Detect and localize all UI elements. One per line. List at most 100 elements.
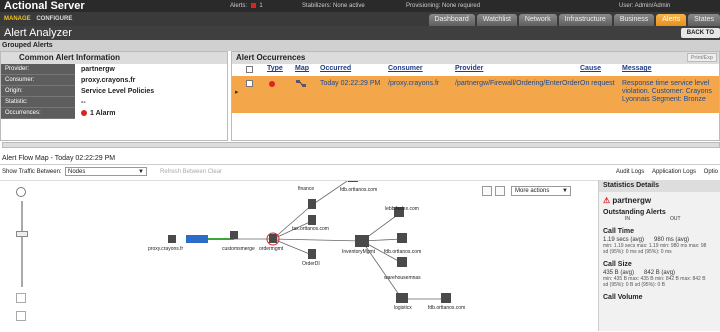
info-rows: Provider:partnergw Consumer:proxy.crayon…	[1, 64, 227, 119]
in-label: IN	[625, 216, 630, 222]
top-bar: Actional Server Alerts: 1 Stabilizers: N…	[0, 0, 720, 12]
call-size-in-sd: sd (95%): 0 B	[603, 282, 633, 288]
alert-node-icon: ⚠	[603, 196, 610, 205]
info-row-origin: Origin:Service Level Policies	[1, 86, 227, 97]
tab-alerts[interactable]: Alerts	[656, 14, 686, 26]
column-type[interactable]: Type	[267, 65, 283, 72]
statistics-details-panel: Statistics Details ⚠ partnergw Outstandi…	[598, 180, 720, 331]
configure-link[interactable]: CONFIGURE	[36, 16, 72, 22]
info-value: partnergw	[75, 64, 227, 75]
tab-infrastructure[interactable]: Infrastructure	[559, 14, 612, 26]
user-status[interactable]: User: Admin/Admin	[619, 0, 670, 12]
alert-occurrences-panel: Alert Occurrences Print/Exp Type Map Occ…	[231, 51, 720, 141]
info-row-provider: Provider:partnergw	[1, 64, 227, 75]
manage-link[interactable]: MANAGE	[4, 16, 31, 22]
info-row-occurrences: Occurrences: 1 Alarm	[1, 108, 227, 119]
alerts-label: Alerts:	[230, 3, 247, 9]
page-header: Alert Analyzer BACK TO	[0, 26, 720, 40]
out-label: OUT	[670, 216, 681, 222]
show-traffic-label: Show Traffic Between:	[2, 166, 62, 178]
row-expand-icon[interactable]: ▸	[235, 88, 239, 96]
node-finance[interactable]: finance	[298, 186, 314, 192]
row-checkbox[interactable]	[246, 80, 253, 87]
row-occurred: Today 02:22:29 PM	[320, 80, 384, 88]
tab-states[interactable]: States	[688, 14, 720, 26]
print-export-button[interactable]: Print/Exp	[687, 53, 717, 62]
node-logistics[interactable]: logisticx	[394, 305, 412, 311]
row-cause: On request	[580, 80, 618, 88]
call-time-sd: sd (95%): 0 ms sd (95%): 0 ms	[603, 249, 720, 255]
refresh-clear-link[interactable]: Refresh Between Clear	[160, 166, 222, 178]
occurrence-row[interactable]: ▸ Today 02:22:29 PM /proxy.crayons.fr /p…	[232, 76, 719, 113]
back-button[interactable]: BACK TO	[681, 28, 720, 38]
info-label: Provider:	[1, 64, 75, 75]
application-logs-link[interactable]: Application Logs	[652, 169, 696, 175]
alarm-type-icon	[269, 81, 275, 87]
node-lebb-fedex[interactable]: lebb.fedex.com	[385, 206, 419, 212]
column-cause[interactable]: Cause	[580, 65, 601, 72]
grouped-alerts-header: Grouped Alerts	[0, 40, 720, 51]
info-label: Statistic:	[1, 97, 75, 108]
info-label: Origin:	[1, 86, 75, 97]
alert-flow-map-title: Alert Flow Map - Today 02:22:29 PM	[0, 153, 720, 165]
info-label: Occurrences:	[1, 108, 75, 119]
alerts-count: 1	[259, 3, 262, 9]
info-value: --	[75, 97, 227, 108]
outstanding-alerts: Outstanding Alerts	[603, 209, 720, 216]
call-size-out-sd: sd (95%): 0 B	[635, 282, 665, 288]
page-title: Alert Analyzer	[4, 26, 72, 40]
traffic-type-value: Nodes	[68, 169, 85, 175]
flow-map[interactable]: More actions▼	[0, 180, 598, 331]
occurrences-header: Alert Occurrences Print/Exp	[232, 52, 719, 64]
node-customsmerge[interactable]: customsmerge	[222, 246, 255, 252]
call-time-out-sd: sd (95%): 0 ms	[638, 249, 672, 255]
info-panel-title: Common Alert Information	[1, 52, 227, 64]
row-consumer[interactable]: /proxy.crayons.fr	[388, 80, 454, 88]
map-icon[interactable]	[296, 80, 307, 88]
column-message[interactable]: Message	[622, 65, 652, 72]
tab-business[interactable]: Business	[614, 14, 654, 26]
tab-network[interactable]: Network	[519, 14, 557, 26]
node-warehouse[interactable]: warehousemnas	[384, 275, 421, 281]
node-fdb-2[interactable]: fdb.orttanos.com	[384, 249, 421, 255]
stabilizers-status[interactable]: Stabilizers: None active	[302, 0, 365, 12]
node-ordermgmt[interactable]: ordermgmt	[259, 246, 283, 252]
flow-map-graph	[0, 181, 598, 332]
call-volume-title: Call Volume	[603, 294, 720, 301]
options-link[interactable]: Optio	[704, 169, 718, 175]
chevron-down-icon: ▼	[138, 168, 144, 176]
node-name: partnergw	[612, 196, 651, 205]
info-value: proxy.crayons.fr	[75, 75, 227, 86]
select-all-checkbox[interactable]	[246, 66, 253, 73]
app-brand: Actional Server	[4, 0, 85, 12]
traffic-type-select[interactable]: Nodes ▼	[65, 167, 147, 176]
node-fdb-1[interactable]: fdb.orttanos.com	[340, 187, 377, 193]
stats-node-name: ⚠ partnergw	[603, 196, 720, 205]
provisioning-status[interactable]: Provisioning: None required	[406, 0, 480, 12]
main-tabs: Dashboard Watchlist Network Infrastructu…	[429, 14, 720, 26]
tab-dashboard[interactable]: Dashboard	[429, 14, 475, 26]
common-alert-information: Common Alert Information Provider:partne…	[0, 51, 228, 141]
info-row-consumer: Consumer:proxy.crayons.fr	[1, 75, 227, 86]
node-orderdi[interactable]: OrderDI	[302, 261, 320, 267]
node-fdb-3[interactable]: fdb.orttanos.com	[428, 305, 465, 311]
node-tax[interactable]: tax.orttanos.com	[292, 226, 329, 232]
horizontal-scrollbar[interactable]	[2, 142, 720, 148]
call-time-title: Call Time	[603, 228, 720, 235]
info-value: Service Level Policies	[75, 86, 227, 97]
alarm-count: 1 Alarm	[90, 110, 115, 117]
column-occurred[interactable]: Occurred	[320, 65, 351, 72]
nav-row: MANAGE CONFIGURE Dashboard Watchlist Net…	[0, 12, 720, 26]
alerts-status[interactable]: Alerts: 1	[230, 0, 263, 12]
call-time-in-sd: sd (95%): 0 ms	[603, 249, 637, 255]
audit-logs-link[interactable]: Audit Logs	[616, 169, 644, 175]
column-consumer[interactable]: Consumer	[388, 65, 423, 72]
tab-watchlist[interactable]: Watchlist	[477, 14, 517, 26]
row-provider[interactable]: /partnergw/Firewall/Ordering/EnterOrder	[455, 80, 575, 88]
log-links: Audit Logs Application Logs Optio	[610, 166, 718, 178]
node-partnergw[interactable]: partnergw	[188, 246, 210, 252]
column-map[interactable]: Map	[295, 65, 309, 72]
column-provider[interactable]: Provider	[455, 65, 483, 72]
node-proxy-crayons[interactable]: proxy.crayons.fr	[148, 246, 183, 252]
node-inventory[interactable]: InventoryMgmt	[342, 249, 375, 255]
